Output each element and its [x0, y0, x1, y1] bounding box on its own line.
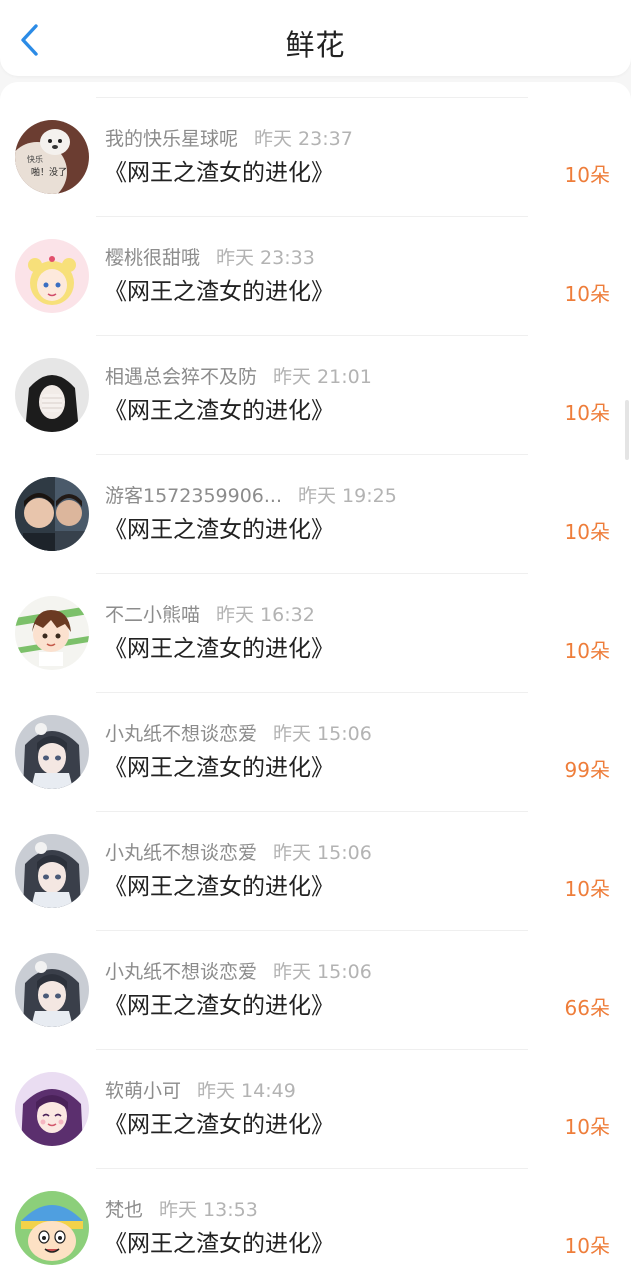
book-title[interactable]: 《网王之渣女的进化》: [104, 753, 334, 783]
user-name[interactable]: 小丸纸不想谈恋爱: [105, 961, 257, 983]
book-title[interactable]: 《网王之渣女的进化》: [104, 277, 334, 307]
flower-list[interactable]: 快乐 啪！没了 我的快乐星球呢昨天 23:37 《网王之渣女的进化》 10朵: [0, 82, 631, 1280]
book-title[interactable]: 《网王之渣女的进化》: [104, 872, 334, 902]
book-title[interactable]: 《网王之渣女的进化》: [104, 1229, 334, 1259]
svg-text:啪！没了: 啪！没了: [31, 166, 67, 178]
timestamp: 昨天 15:06: [273, 961, 372, 983]
donation-meta: 软萌小可 昨天 14:49: [105, 1080, 296, 1102]
user-name[interactable]: 不二小熊喵: [105, 604, 200, 626]
flower-count: 10朵: [564, 520, 610, 544]
book-title[interactable]: 《网王之渣女的进化》: [104, 991, 334, 1021]
timestamp: 昨天 15:06: [273, 842, 372, 864]
list-item[interactable]: 小丸纸不想谈恋爱 昨天 15:06 《网王之渣女的进化》 66朵: [0, 931, 631, 1050]
donation-meta: 樱桃很甜哦 昨天 23:33: [105, 247, 315, 269]
avatar[interactable]: [15, 1072, 89, 1146]
avatar[interactable]: [15, 477, 89, 551]
avatar[interactable]: [15, 1191, 89, 1265]
donation-meta: 我的快乐星球呢 昨天 23:37: [105, 128, 353, 150]
flower-count: 10朵: [564, 163, 610, 187]
user-name[interactable]: 小丸纸不想谈恋爱: [105, 842, 257, 864]
timestamp: 昨天 23:37: [254, 128, 353, 150]
flower-count: 99朵: [564, 758, 610, 782]
donation-meta: 相遇总会猝不及防 昨天 21:01: [105, 366, 372, 388]
flower-count: 10朵: [564, 282, 610, 306]
svg-text:快乐: 快乐: [27, 154, 43, 164]
flower-count: 10朵: [564, 639, 610, 663]
user-name[interactable]: 我的快乐星球呢: [105, 128, 238, 150]
user-name[interactable]: 游客1572359906...: [105, 485, 282, 507]
list-item[interactable]: 樱桃很甜哦 昨天 23:33 《网王之渣女的进化》 10朵: [0, 217, 631, 336]
user-name[interactable]: 樱桃很甜哦: [105, 247, 200, 269]
timestamp: 昨天 21:01: [273, 366, 372, 388]
avatar[interactable]: 快乐 啪！没了: [15, 120, 89, 194]
avatar[interactable]: [15, 834, 89, 908]
flower-count: 10朵: [564, 401, 610, 425]
flower-list-page: 鲜花 快乐 啪！没了 我的快乐星球呢 昨天 23:37 《网王之渣女的进化》 1…: [0, 0, 631, 1280]
user-name[interactable]: 小丸纸不想谈恋爱: [105, 723, 257, 745]
avatar[interactable]: [15, 596, 89, 670]
avatar[interactable]: [15, 715, 89, 789]
timestamp: 昨天 14:49: [197, 1080, 296, 1102]
avatar[interactable]: [15, 358, 89, 432]
scrollbar[interactable]: [625, 400, 629, 460]
timestamp: 昨天 19:25: [298, 485, 397, 507]
flower-count: 10朵: [564, 1115, 610, 1139]
list-item[interactable]: 小丸纸不想谈恋爱 昨天 15:06 《网王之渣女的进化》 99朵: [0, 693, 631, 812]
user-name[interactable]: 梵也: [105, 1199, 143, 1221]
timestamp: 昨天 15:06: [273, 723, 372, 745]
book-title[interactable]: 《网王之渣女的进化》: [104, 158, 334, 188]
page-title: 鲜花: [285, 28, 346, 62]
list-item[interactable]: 小丸纸不想谈恋爱 昨天 15:06 《网王之渣女的进化》 10朵: [0, 812, 631, 931]
book-title[interactable]: 《网王之渣女的进化》: [104, 1110, 334, 1140]
book-title[interactable]: 《网王之渣女的进化》: [104, 396, 334, 426]
nav-header: 鲜花: [0, 0, 631, 76]
timestamp: 昨天 16:32: [216, 604, 315, 626]
list-item[interactable]: 游客1572359906... 昨天 19:25 《网王之渣女的进化》 10朵: [0, 455, 631, 574]
donation-meta: 小丸纸不想谈恋爱 昨天 15:06: [105, 723, 372, 745]
list-item[interactable]: 不二小熊喵 昨天 16:32 《网王之渣女的进化》 10朵: [0, 574, 631, 693]
flower-count: 66朵: [564, 996, 610, 1020]
flower-count: 10朵: [564, 877, 610, 901]
avatar[interactable]: [15, 953, 89, 1027]
book-title[interactable]: 《网王之渣女的进化》: [104, 515, 334, 545]
list-item[interactable]: 梵也 昨天 13:53 《网王之渣女的进化》 10朵: [0, 1169, 631, 1280]
donation-meta: 小丸纸不想谈恋爱 昨天 15:06: [105, 842, 372, 864]
list-item[interactable]: 相遇总会猝不及防 昨天 21:01 《网王之渣女的进化》 10朵: [0, 336, 631, 455]
avatar[interactable]: [15, 239, 89, 313]
timestamp: 昨天 23:33: [216, 247, 315, 269]
book-title[interactable]: 《网王之渣女的进化》: [104, 634, 334, 664]
flower-count: 10朵: [564, 1234, 610, 1258]
donation-meta: 不二小熊喵 昨天 16:32: [105, 604, 315, 626]
list-item[interactable]: 软萌小可 昨天 14:49 《网王之渣女的进化》 10朵: [0, 1050, 631, 1169]
list-item[interactable]: 快乐 啪！没了 我的快乐星球呢 昨天 23:37 《网王之渣女的进化》 10朵: [0, 98, 631, 217]
donation-meta: 梵也 昨天 13:53: [105, 1199, 258, 1221]
user-name[interactable]: 相遇总会猝不及防: [105, 366, 257, 388]
timestamp: 昨天 13:53: [159, 1199, 258, 1221]
user-name[interactable]: 软萌小可: [105, 1080, 181, 1102]
donation-meta: 小丸纸不想谈恋爱 昨天 15:06: [105, 961, 372, 983]
donation-meta: 游客1572359906... 昨天 19:25: [105, 485, 397, 507]
